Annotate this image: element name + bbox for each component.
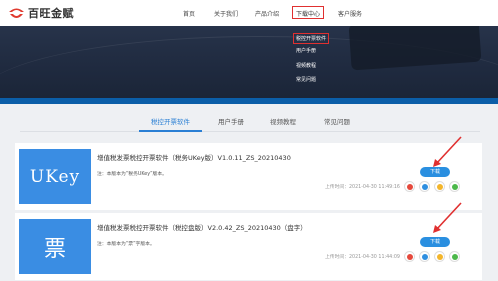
- nav-customer-service[interactable]: 客户服务: [338, 9, 362, 18]
- tab-tax-software[interactable]: 税控开票软件: [151, 116, 190, 126]
- upload-time: 上传时间：2021-04-30 11:49:16: [325, 185, 400, 190]
- item-title[interactable]: 增值税发票税控开票软件（税务UKey版）V1.0.11_ZS_20210430: [97, 152, 291, 162]
- wechat-icon[interactable]: [449, 251, 460, 262]
- annotation-arrow-icon: [433, 202, 462, 233]
- logo-icon: [9, 8, 24, 18]
- dropdown-item-manual[interactable]: 用户手册: [296, 47, 316, 54]
- item-note: 注：本版本为“票”字版本。: [97, 242, 155, 247]
- category-tabs: 税控开票软件 用户手册 视频教程 常见问题: [0, 104, 498, 134]
- qq-icon[interactable]: [419, 251, 430, 262]
- weibo-icon[interactable]: [404, 181, 415, 192]
- top-header: 百旺金赋 首页 关于我们 产品介绍 下载中心 客户服务: [0, 0, 498, 26]
- wechat-icon[interactable]: [449, 181, 460, 192]
- brand-name: 百旺金赋: [28, 7, 74, 20]
- item-title[interactable]: 增值税发票税控开票软件（税控盘版）V2.0.42_ZS_20210430（盘字）: [97, 222, 307, 232]
- ukey-thumbnail: UKey: [19, 149, 91, 204]
- logo[interactable]: 百旺金赋: [8, 4, 74, 22]
- nav-products[interactable]: 产品介绍: [255, 9, 279, 18]
- dropdown-item-video[interactable]: 视频教程: [296, 62, 316, 69]
- tab-user-manual[interactable]: 用户手册: [218, 116, 244, 126]
- nav-about[interactable]: 关于我们: [214, 9, 238, 18]
- dropdown-item-faq[interactable]: 常见问题: [296, 76, 316, 83]
- tab-faq[interactable]: 常见问题: [324, 116, 350, 126]
- tab-divider: [20, 131, 480, 132]
- item-note: 注：本版本为“税务UKey”版本。: [97, 172, 167, 177]
- nav-download-center[interactable]: 下载中心: [292, 6, 325, 19]
- banner: [0, 26, 498, 104]
- star-icon[interactable]: [434, 181, 445, 192]
- nav-home[interactable]: 首页: [183, 9, 195, 18]
- piao-thumbnail: 票: [19, 219, 91, 274]
- download-button[interactable]: 下载: [420, 237, 450, 247]
- weibo-icon[interactable]: [404, 251, 415, 262]
- download-item: 票 增值税发票税控开票软件（税控盘版）V2.0.42_ZS_20210430（盘…: [15, 213, 482, 280]
- active-tab-indicator: [139, 130, 202, 132]
- tab-video-tutorial[interactable]: 视频教程: [270, 116, 296, 126]
- qq-icon[interactable]: [419, 181, 430, 192]
- annotation-arrow-icon: [433, 136, 462, 167]
- download-item: UKey 增值税发票税控开票软件（税务UKey版）V1.0.11_ZS_2021…: [15, 143, 482, 210]
- dropdown-item-tax-software[interactable]: 税控开票软件: [293, 33, 330, 44]
- upload-time: 上传时间：2021-04-30 11:44:09: [325, 255, 400, 260]
- star-icon[interactable]: [434, 251, 445, 262]
